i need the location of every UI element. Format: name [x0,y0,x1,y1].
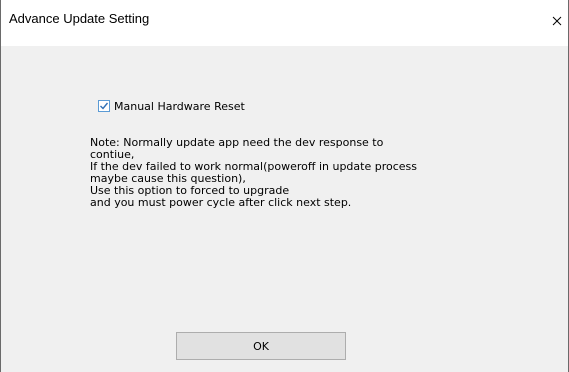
manual-hardware-reset-checkbox[interactable] [98,100,110,112]
manual-hardware-reset-label: Manual Hardware Reset [114,99,245,113]
close-icon [552,16,562,26]
checkmark-icon [100,102,109,110]
note-text: Note: Normally update app need the dev r… [90,137,470,209]
manual-hardware-reset-option[interactable]: Manual Hardware Reset [98,98,245,114]
advance-update-setting-dialog: Advance Update Setting Manual Hardware R… [0,0,569,372]
ok-button[interactable]: OK [176,332,346,360]
window-title: Advance Update Setting [9,11,150,26]
close-button[interactable] [546,2,568,36]
dialog-body: Manual Hardware Reset Note: Normally upd… [1,46,568,372]
title-bar: Advance Update Setting [1,0,568,46]
note-line: Note: Normally update app need the dev r… [90,136,384,149]
note-line: and you must power cycle after click nex… [90,196,352,209]
